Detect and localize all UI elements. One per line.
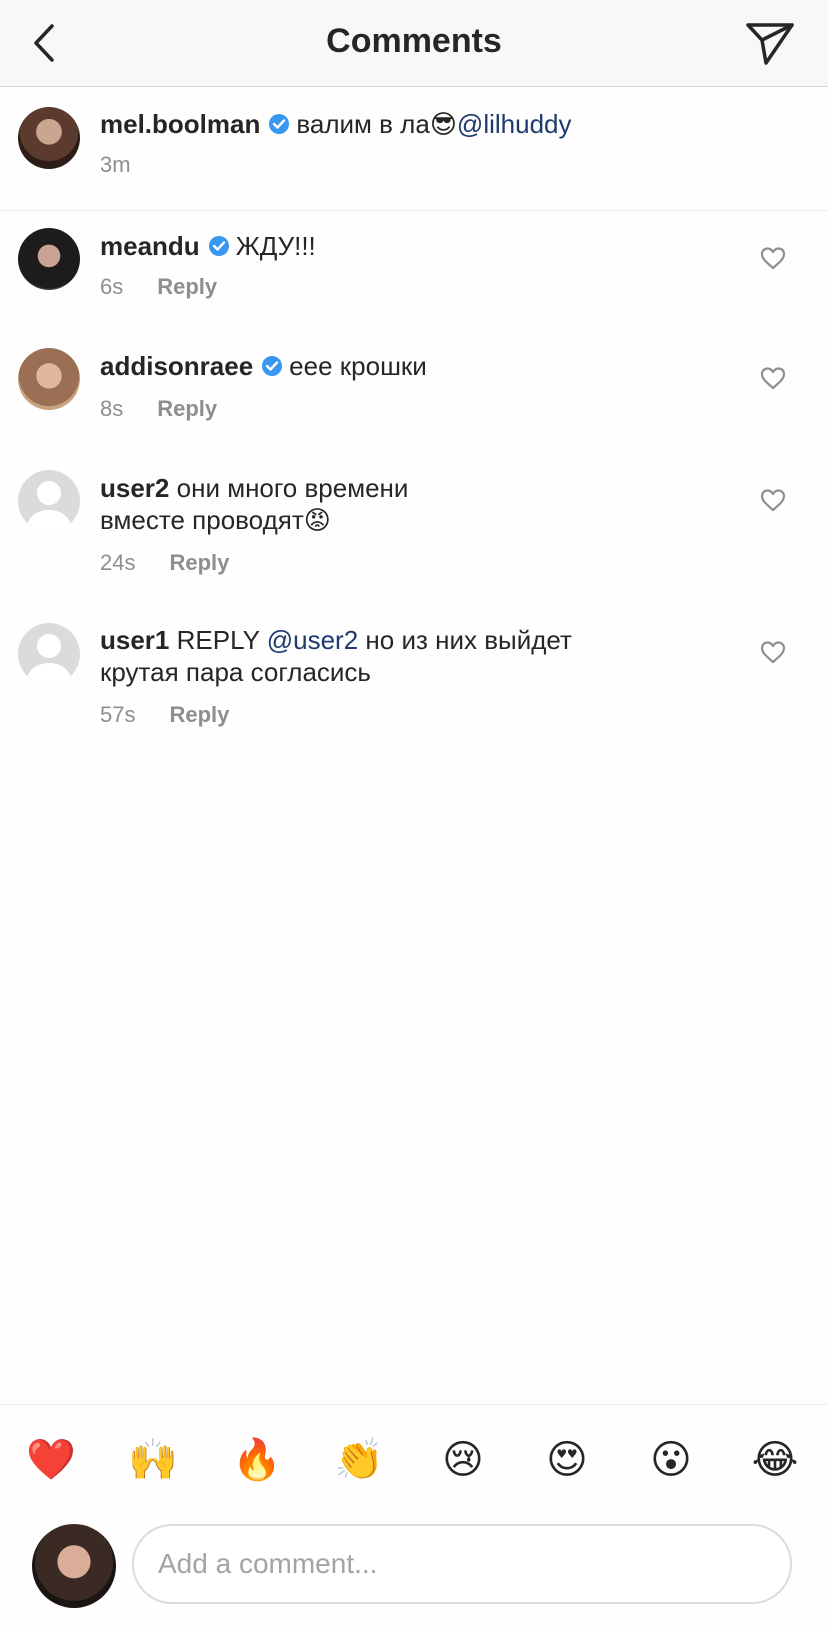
comment-time: 8s — [100, 396, 124, 421]
default-avatar-body — [27, 510, 71, 532]
default-avatar-body — [27, 663, 71, 685]
comment-time: 57s — [100, 702, 136, 727]
reply-button[interactable]: Reply — [157, 274, 217, 299]
comment-text-line2: крутая пара согласись — [100, 656, 371, 689]
avatar[interactable] — [18, 623, 80, 685]
current-user-avatar — [32, 1524, 116, 1608]
avatar[interactable] — [18, 470, 80, 532]
clap-reaction-button[interactable]: 👏 — [334, 1435, 384, 1485]
post-caption: mel.boolman валим в ла😎@lilhuddy 3m — [0, 86, 828, 211]
verified-badge-icon — [269, 114, 290, 134]
comment-text-line2: вместе проводят😡 — [100, 504, 331, 537]
comment-username[interactable]: addisonraee — [100, 351, 253, 381]
caption-time: 3m — [100, 152, 131, 177]
surprised-reaction-button[interactable]: 😮 — [646, 1435, 696, 1485]
comment-item: user2 они много времени вместе проводят😡… — [0, 452, 828, 604]
comment-text: user1 REPLY @user2 но из них выйдет — [100, 624, 572, 657]
comment-item: meandu ЖДУ!!! 6s Reply — [0, 210, 828, 330]
comment-text: meandu ЖДУ!!! — [100, 230, 316, 263]
comment-body-line2: крутая пара согласись — [100, 657, 371, 687]
comment-username[interactable]: user2 — [100, 473, 169, 503]
fire-reaction-button[interactable]: 🔥 — [232, 1435, 282, 1485]
add-comment-input[interactable] — [132, 1524, 792, 1604]
comment-username[interactable]: user1 — [100, 625, 169, 655]
comment-meta: 24s Reply — [100, 550, 229, 576]
comment-meta: 6s Reply — [100, 274, 217, 300]
comment-body-line2: вместе проводят — [100, 505, 304, 535]
caption-body: валим в ла — [296, 109, 430, 139]
comment-body-line1: но из них выйдет — [365, 625, 572, 655]
verified-badge-icon — [262, 356, 283, 376]
avatar[interactable] — [18, 228, 80, 290]
comment-time: 6s — [100, 274, 124, 299]
comment-mention[interactable]: @user2 — [267, 625, 358, 655]
send-icon[interactable] — [744, 20, 796, 66]
comment-body: ЖДУ!!! — [235, 231, 316, 261]
header-bar: Comments — [0, 0, 828, 87]
default-avatar-head — [37, 634, 61, 658]
angry-emoji: 😡 — [303, 505, 331, 535]
heart-eyes-reaction-button[interactable]: 😍 — [542, 1435, 592, 1485]
comment-composer — [0, 1504, 828, 1628]
comment-text: addisonraee еее крошки — [100, 350, 427, 383]
quick-reaction-bar: ❤️ 🙌 🔥 👏 😢 😍 😮 😂 — [0, 1404, 828, 1505]
comment-body: еее крошки — [289, 351, 427, 381]
like-heart-icon[interactable] — [760, 366, 786, 390]
raised-hands-reaction-button[interactable]: 🙌 — [128, 1435, 178, 1485]
caption-text: mel.boolman валим в ла😎@lilhuddy — [100, 108, 571, 141]
default-avatar-head — [37, 481, 61, 505]
reply-button[interactable]: Reply — [169, 702, 229, 727]
like-heart-icon[interactable] — [760, 488, 786, 512]
verified-badge-icon — [208, 236, 229, 256]
comment-meta: 57s Reply — [100, 702, 229, 728]
reply-button[interactable]: Reply — [157, 396, 217, 421]
like-heart-icon[interactable] — [760, 640, 786, 664]
heart-reaction-button[interactable]: ❤️ — [26, 1435, 76, 1485]
laughing-reaction-button[interactable]: 😂 — [750, 1435, 800, 1485]
comment-text: user2 они много времени — [100, 472, 408, 505]
avatar[interactable] — [18, 107, 80, 169]
crying-reaction-button[interactable]: 😢 — [438, 1435, 488, 1485]
caption-username[interactable]: mel.boolman — [100, 109, 260, 139]
comment-username[interactable]: meandu — [100, 231, 200, 261]
comment-item: user1 REPLY @user2 но из них выйдет крут… — [0, 604, 828, 754]
like-heart-icon[interactable] — [760, 246, 786, 270]
comment-body-line1: они много времени — [176, 473, 409, 503]
comment-item: addisonraee еее крошки 8s Reply — [0, 330, 828, 452]
avatar[interactable] — [18, 348, 80, 410]
comment-meta: 8s Reply — [100, 396, 217, 422]
caption-mention[interactable]: @lilhuddy — [457, 109, 572, 139]
comment-time: 24s — [100, 550, 136, 575]
page-title: Comments — [326, 22, 502, 60]
reply-prefix: REPLY — [176, 625, 260, 655]
sunglasses-emoji: 😎 — [429, 109, 457, 139]
reply-button[interactable]: Reply — [169, 550, 229, 575]
